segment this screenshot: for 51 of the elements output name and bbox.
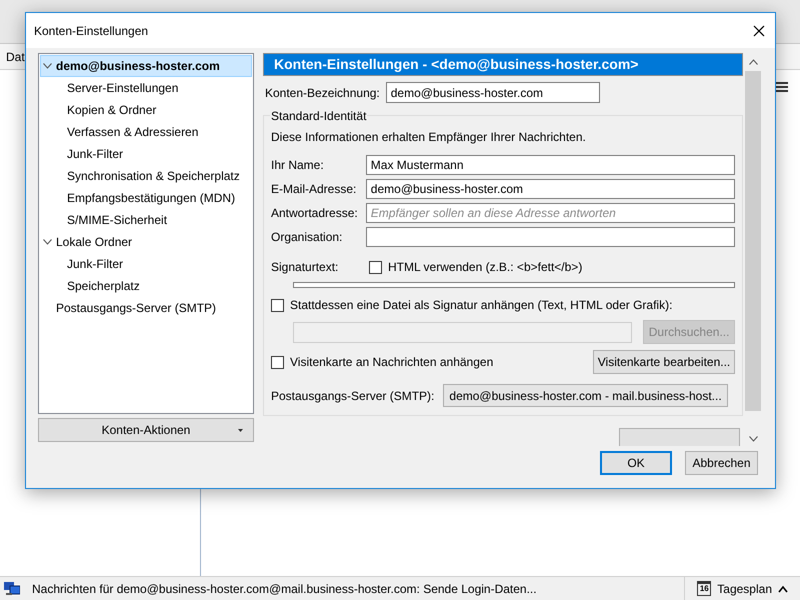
- text-field[interactable]: demo@business-hoster.com: [366, 179, 735, 199]
- field-label: Organisation:: [271, 229, 344, 246]
- field-label: E-Mail-Adresse:: [271, 181, 358, 198]
- scroll-down-icon[interactable]: [748, 436, 758, 442]
- tree-item[interactable]: Lokale Ordner: [40, 231, 252, 253]
- edit-vcard-button[interactable]: Visitenkarte bearbeiten...: [593, 350, 735, 374]
- chevron-down-icon[interactable]: [43, 239, 52, 245]
- tree-item[interactable]: S/MIME-Sicherheit: [40, 209, 252, 231]
- tree-item[interactable]: Verfassen & Adressieren: [40, 121, 252, 143]
- field-label: Antwortadresse:: [271, 205, 359, 222]
- account-actions-button[interactable]: Konten-Aktionen: [38, 418, 254, 442]
- field-label: Konten-Bezeichnung:: [265, 84, 380, 102]
- chevron-down-icon[interactable]: [43, 63, 52, 69]
- dialog-button[interactable]: OK: [600, 451, 672, 475]
- scrollbar-thumb[interactable]: [745, 71, 761, 411]
- tree-item[interactable]: Postausgangs-Server (SMTP): [40, 297, 252, 319]
- tree-item[interactable]: Junk-Filter: [40, 143, 252, 165]
- tree-item[interactable]: Speicherplatz: [40, 275, 252, 297]
- tree-item[interactable]: demo@business-hoster.com: [40, 55, 252, 77]
- text-field[interactable]: Max Mustermann: [366, 155, 735, 175]
- tree-item[interactable]: Synchronisation & Speicherplatz: [40, 165, 252, 187]
- window-title: Konten-Einstellungen: [34, 22, 150, 40]
- signature-text-area[interactable]: [293, 282, 735, 288]
- vcard-checkbox[interactable]: Visitenkarte an Nachrichten anhängen: [271, 353, 593, 371]
- scroll-up-icon[interactable]: [748, 59, 758, 65]
- close-icon[interactable]: [753, 24, 765, 36]
- tree-item[interactable]: Kopien & Ordner: [40, 99, 252, 121]
- chevron-up-icon[interactable]: [778, 584, 788, 592]
- dropdown-arrow-icon: [238, 429, 243, 432]
- field-label: Signaturtext:: [271, 259, 340, 276]
- page-header: Konten-Einstellungen - <demo@business-hoster.com>: [263, 53, 743, 76]
- menu-icon[interactable]: [776, 81, 788, 93]
- text-field[interactable]: [366, 227, 735, 247]
- text-field[interactable]: Empfänger sollen an diese Adresse antworten: [366, 203, 735, 223]
- menu-item[interactable]: Dat: [6, 48, 25, 66]
- tree-item[interactable]: Empfangsbestätigungen (MDN): [40, 187, 252, 209]
- account-name-field[interactable]: demo@business-hoster.com: [386, 82, 600, 103]
- html-checkbox[interactable]: HTML verwenden (z.B.: <b>fett</b>): [369, 258, 582, 276]
- field-label: Ihr Name:: [271, 157, 325, 174]
- file-path-field[interactable]: [293, 322, 632, 342]
- network-icon: [4, 582, 20, 596]
- description-text: Diese Informationen erhalten Empfänger Ihrer Nachrichten.: [271, 129, 587, 146]
- tree-item[interactable]: Server-Einstellungen: [40, 77, 252, 99]
- status-text: Nachrichten für demo@business-hoster.com@mail.business-hoster.com: Sende Login-Daten...: [32, 580, 538, 598]
- dialog-button[interactable]: Abbrechen: [685, 451, 758, 475]
- file-signature-checkbox[interactable]: Stattdessen eine Datei als Signatur anhängen (Text, HTML oder Grafik):: [271, 296, 735, 314]
- tree-item[interactable]: Junk-Filter: [40, 253, 252, 275]
- calendar-icon[interactable]: 16: [697, 581, 712, 596]
- smtp-dropdown[interactable]: demo@business-hoster.com - mail.business-host...: [443, 384, 728, 407]
- today-pane-toggle[interactable]: Tagesplan: [717, 580, 772, 598]
- field-label: Postausgangs-Server (SMTP):: [271, 388, 434, 404]
